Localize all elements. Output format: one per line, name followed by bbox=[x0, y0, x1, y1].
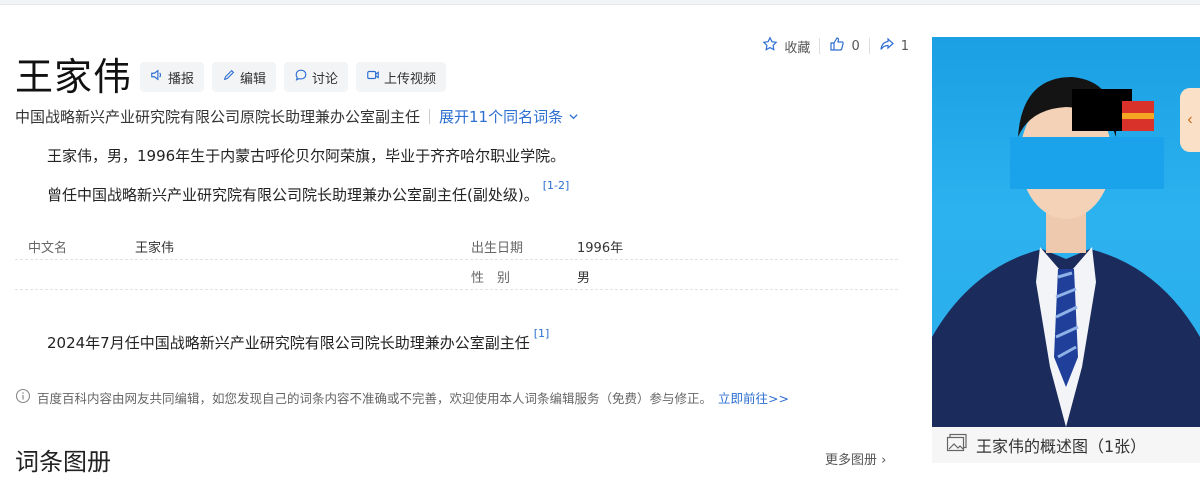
summary-photo[interactable] bbox=[932, 37, 1200, 427]
broadcast-label: 播报 bbox=[168, 71, 195, 87]
info-row: 性 别 男 bbox=[15, 260, 898, 290]
intro-paragraph-2: 曾任中国战略新兴产业研究院有限公司院长助理兼办公室副主任(副处级)。 [1-2] bbox=[47, 179, 569, 205]
upload-video-button[interactable]: 上传视频 bbox=[356, 62, 447, 92]
video-icon bbox=[366, 68, 380, 86]
photo-caption-text: 王家伟的概述图（1张） bbox=[976, 437, 1147, 456]
citation-link[interactable]: [1] bbox=[534, 327, 550, 340]
career-paragraph: 2024年7月任中国战略新兴产业研究院有限公司院长助理兼办公室副主任 [1] bbox=[47, 327, 549, 353]
image-icon bbox=[946, 433, 968, 457]
portrait-image bbox=[932, 77, 1200, 427]
edit-notice: 百度百科内容由网友共同编辑，如您发现自己的词条内容不准确或不完善，欢迎使用本人词… bbox=[15, 388, 789, 407]
side-collapse-tab[interactable]: ‹ bbox=[1180, 88, 1200, 152]
chevron-left-icon: ‹ bbox=[1187, 111, 1193, 128]
more-albums-label: 更多图册 bbox=[825, 453, 878, 468]
speaker-icon bbox=[150, 68, 164, 86]
expand-label: 展开11个同名词条 bbox=[439, 108, 564, 126]
gender-value: 男 bbox=[577, 271, 591, 286]
thumbs-up-icon bbox=[829, 36, 845, 56]
share-count: 1 bbox=[900, 38, 909, 54]
discuss-button[interactable]: 讨论 bbox=[284, 62, 349, 92]
expand-same-name-entries[interactable]: 展开11个同名词条 bbox=[439, 106, 579, 127]
basic-info-table: 中文名 王家伟 出生日期 1996年 性 别 男 bbox=[15, 230, 898, 290]
cn-name-value: 王家伟 bbox=[135, 241, 175, 256]
comment-icon bbox=[294, 68, 308, 86]
star-icon bbox=[762, 36, 778, 56]
like-button[interactable]: 0 bbox=[820, 36, 868, 56]
album-heading: 词条图册 bbox=[15, 448, 111, 476]
info-icon bbox=[15, 388, 31, 407]
collect-label: 收藏 bbox=[784, 40, 811, 56]
photo-caption[interactable]: 王家伟的概述图（1张） bbox=[932, 427, 1200, 463]
citation-link[interactable]: [1-2] bbox=[543, 179, 570, 192]
divider bbox=[429, 109, 431, 124]
pencil-icon bbox=[222, 68, 236, 86]
go-now-link[interactable]: 立即前往>> bbox=[718, 388, 789, 407]
notice-text: 百度百科内容由网友共同编辑，如您发现自己的词条内容不准确或不完善，欢迎使用本人词… bbox=[37, 391, 713, 406]
more-albums-link[interactable]: 更多图册 › bbox=[825, 449, 886, 468]
like-count: 0 bbox=[851, 38, 860, 54]
entry-toolbar: 播报 编辑 讨论 上传视频 bbox=[140, 62, 447, 92]
entry-subtitle: 中国战略新兴产业研究院有限公司原院长助理兼办公室副主任 bbox=[15, 108, 421, 126]
discuss-label: 讨论 bbox=[312, 71, 339, 87]
career-text: 2024年7月任中国战略新兴产业研究院有限公司院长助理兼办公室副主任 bbox=[47, 334, 530, 352]
edit-button[interactable]: 编辑 bbox=[212, 62, 277, 92]
share-icon bbox=[879, 36, 895, 56]
birth-label: 出生日期 bbox=[471, 241, 524, 256]
top-bar bbox=[0, 0, 1200, 5]
broadcast-button[interactable]: 播报 bbox=[140, 62, 205, 92]
entry-subtitle-line: 中国战略新兴产业研究院有限公司原院长助理兼办公室副主任 展开11个同名词条 bbox=[15, 106, 579, 127]
gender-label: 性 别 bbox=[471, 271, 511, 286]
upload-video-label: 上传视频 bbox=[384, 71, 437, 87]
intro-paragraph-2-text: 曾任中国战略新兴产业研究院有限公司院长助理兼办公室副主任(副处级)。 bbox=[47, 186, 539, 204]
edit-label: 编辑 bbox=[240, 71, 267, 87]
entry-actions: 收藏 0 1 bbox=[753, 36, 918, 56]
chevron-down-icon bbox=[568, 108, 579, 126]
cn-name-label: 中文名 bbox=[28, 241, 68, 256]
intro-paragraph-1: 王家伟，男，1996年生于内蒙古呼伦贝尔阿荣旗，毕业于齐齐哈尔职业学院。 bbox=[47, 147, 566, 165]
page-title: 王家伟 bbox=[15, 55, 133, 99]
birth-value: 1996年 bbox=[577, 241, 624, 256]
collect-button[interactable]: 收藏 bbox=[753, 36, 819, 56]
info-row: 中文名 王家伟 出生日期 1996年 bbox=[15, 230, 898, 260]
share-button[interactable]: 1 bbox=[870, 36, 918, 56]
